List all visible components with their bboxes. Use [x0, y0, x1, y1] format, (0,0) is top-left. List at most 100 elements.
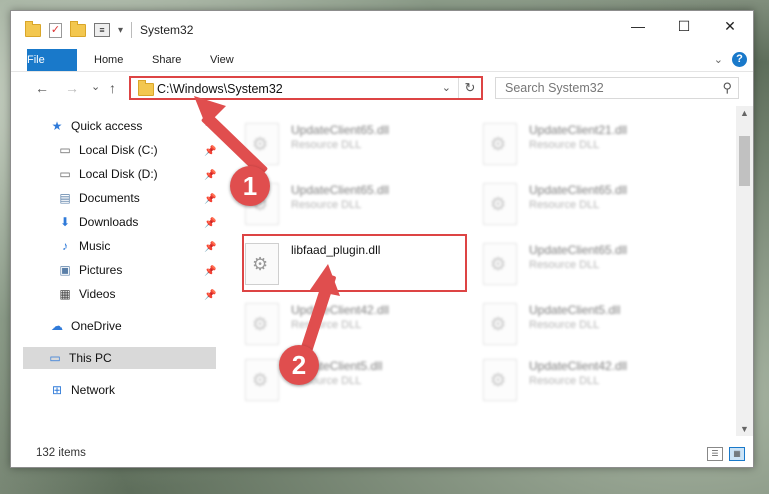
sidebar-item-label: Documents	[79, 191, 140, 205]
file-type: Resource DLL	[529, 319, 600, 331]
minimize-button[interactable]: —	[615, 11, 661, 41]
dll-file-icon: ⚙	[245, 303, 279, 345]
qat-dropdown-icon[interactable]: ▾	[118, 25, 123, 36]
search-placeholder: Search System32	[505, 81, 604, 95]
pin-icon: 📌	[204, 266, 217, 277]
list-item[interactable]: ⚙ UpdateClient65.dll Resource DLL	[245, 123, 389, 165]
sidebar-item-label: Local Disk (C:)	[79, 143, 158, 157]
ribbon-expand-icon[interactable]: ⌄	[714, 53, 723, 66]
sidebar-item-local-disk-c[interactable]: ▭ Local Disk (C:)	[57, 139, 158, 161]
sidebar-item-downloads[interactable]: ⬇ Downloads	[57, 211, 138, 233]
folder-icon	[25, 20, 41, 37]
highlight-box-file	[242, 234, 467, 292]
title-bar: ✓ ≡ ▾ System32 — ☐ ✕	[11, 11, 753, 49]
file-name: UpdateClient21.dll	[529, 123, 628, 137]
tab-share[interactable]: Share	[152, 49, 181, 71]
documents-icon: ▤	[59, 191, 71, 205]
pin-icon: 📌	[204, 194, 217, 205]
sidebar-item-label: This PC	[69, 351, 112, 365]
dll-file-icon: ⚙	[483, 183, 517, 225]
sidebar-item-pictures[interactable]: ▣ Pictures	[57, 259, 122, 281]
tiles-view-icon[interactable]: ▦	[729, 447, 745, 461]
window-title: System32	[140, 23, 194, 37]
maximize-button[interactable]: ☐	[661, 11, 707, 41]
help-icon[interactable]: ?	[732, 52, 747, 67]
address-bar[interactable]: C:\Windows\System32 ⌄ ↻	[129, 76, 483, 100]
customize-icon[interactable]: ≡	[94, 23, 110, 37]
music-icon: ♪	[62, 239, 68, 253]
sidebar-item-local-disk-d[interactable]: ▭ Local Disk (D:)	[57, 163, 157, 185]
forward-icon[interactable]: →	[65, 80, 79, 96]
callout-badge-1: 1	[230, 166, 270, 206]
list-item[interactable]: ⚙ UpdateClient65.dll Resource DLL	[483, 243, 627, 285]
sidebar-item-music[interactable]: ♪ Music	[57, 235, 110, 257]
dll-file-icon: ⚙	[245, 359, 279, 401]
sidebar-item-label: Downloads	[79, 215, 139, 229]
sidebar-item-network[interactable]: ⊞ Network	[49, 379, 115, 401]
address-dropdown-icon[interactable]: ⌄	[442, 81, 451, 94]
scroll-up-icon[interactable]: ▲	[740, 108, 749, 118]
up-icon[interactable]: ↑	[109, 80, 116, 96]
new-folder-icon[interactable]	[70, 20, 86, 37]
search-input[interactable]: Search System32 ⚲	[495, 77, 739, 99]
network-icon: ⊞	[51, 383, 63, 397]
sidebar-item-label: Music	[79, 239, 111, 253]
file-name: UpdateClient65.dll	[529, 183, 628, 197]
item-count: 132 items	[36, 447, 86, 459]
pin-icon: 📌	[204, 218, 217, 229]
callout-arrowhead-1	[194, 96, 226, 126]
file-type: Resource DLL	[529, 139, 600, 151]
status-bar: 132 items ☰ ▦	[11, 441, 753, 467]
navigation-bar: ← → ⌄ ↑ C:\Windows\System32 ⌄ ↻ Search S…	[11, 72, 753, 104]
quick-access-toolbar: ✓ ≡ ▾ System32	[25, 20, 194, 38]
tab-home[interactable]: Home	[94, 49, 123, 71]
sidebar-item-label: Pictures	[79, 263, 123, 277]
sidebar-item-onedrive[interactable]: ☁ OneDrive	[49, 315, 122, 337]
cloud-icon: ☁	[51, 319, 63, 333]
dll-file-icon: ⚙	[483, 359, 517, 401]
tab-view[interactable]: View	[210, 49, 234, 71]
list-item[interactable]: ⚙ UpdateClient21.dll Resource DLL	[483, 123, 627, 165]
computer-icon: ▭	[49, 351, 61, 365]
scroll-down-icon[interactable]: ▼	[740, 424, 749, 434]
sidebar-item-videos[interactable]: ▦ Videos	[57, 283, 115, 305]
tab-file[interactable]: File	[27, 49, 77, 71]
sidebar-item-label: Quick access	[71, 119, 143, 133]
sidebar-item-label: Videos	[79, 287, 116, 301]
file-type: Resource DLL	[529, 199, 600, 211]
pin-icon: 📌	[204, 290, 217, 301]
details-view-icon[interactable]: ☰	[707, 447, 723, 461]
dll-file-icon: ⚙	[483, 243, 517, 285]
close-button[interactable]: ✕	[707, 11, 753, 41]
ribbon-tabs: File Home Share View ⌄ ?	[11, 49, 753, 72]
dll-file-icon: ⚙	[483, 123, 517, 165]
vertical-scrollbar[interactable]: ▲ ▼	[736, 106, 753, 436]
file-name: UpdateClient65.dll	[529, 243, 628, 257]
properties-check-icon[interactable]: ✓	[49, 22, 62, 38]
back-icon[interactable]: ←	[35, 80, 49, 96]
file-name: UpdateClient65.dll	[291, 183, 390, 197]
file-type: Resource DLL	[529, 375, 600, 387]
drive-icon: ▭	[59, 143, 71, 157]
file-name: UpdateClient42.dll	[291, 303, 390, 317]
refresh-icon[interactable]: ↻	[458, 78, 481, 98]
sidebar-item-label: OneDrive	[71, 319, 122, 333]
callout-badge-2: 2	[279, 345, 319, 385]
list-item[interactable]: ⚙ UpdateClient42.dll Resource DLL	[483, 359, 627, 401]
pin-icon: 📌	[204, 242, 217, 253]
scroll-thumb[interactable]	[739, 136, 750, 186]
search-icon[interactable]: ⚲	[722, 80, 732, 96]
file-type: Resource DLL	[291, 199, 362, 211]
list-item[interactable]: ⚙ UpdateClient5.dll Resource DLL	[483, 303, 620, 345]
pictures-icon: ▣	[59, 263, 71, 277]
star-icon: ★	[51, 119, 63, 133]
downloads-icon: ⬇	[59, 215, 71, 229]
sidebar-item-quick-access[interactable]: ★ Quick access	[49, 115, 143, 137]
callout-arrowhead-2	[310, 264, 340, 296]
file-name: UpdateClient5.dll	[529, 303, 621, 317]
sidebar-item-label: Network	[71, 383, 116, 397]
recent-locations-icon[interactable]: ⌄	[91, 80, 100, 93]
sidebar-item-this-pc[interactable]: ▭ This PC	[23, 347, 216, 369]
sidebar-item-documents[interactable]: ▤ Documents	[57, 187, 140, 209]
list-item[interactable]: ⚙ UpdateClient65.dll Resource DLL	[483, 183, 627, 225]
